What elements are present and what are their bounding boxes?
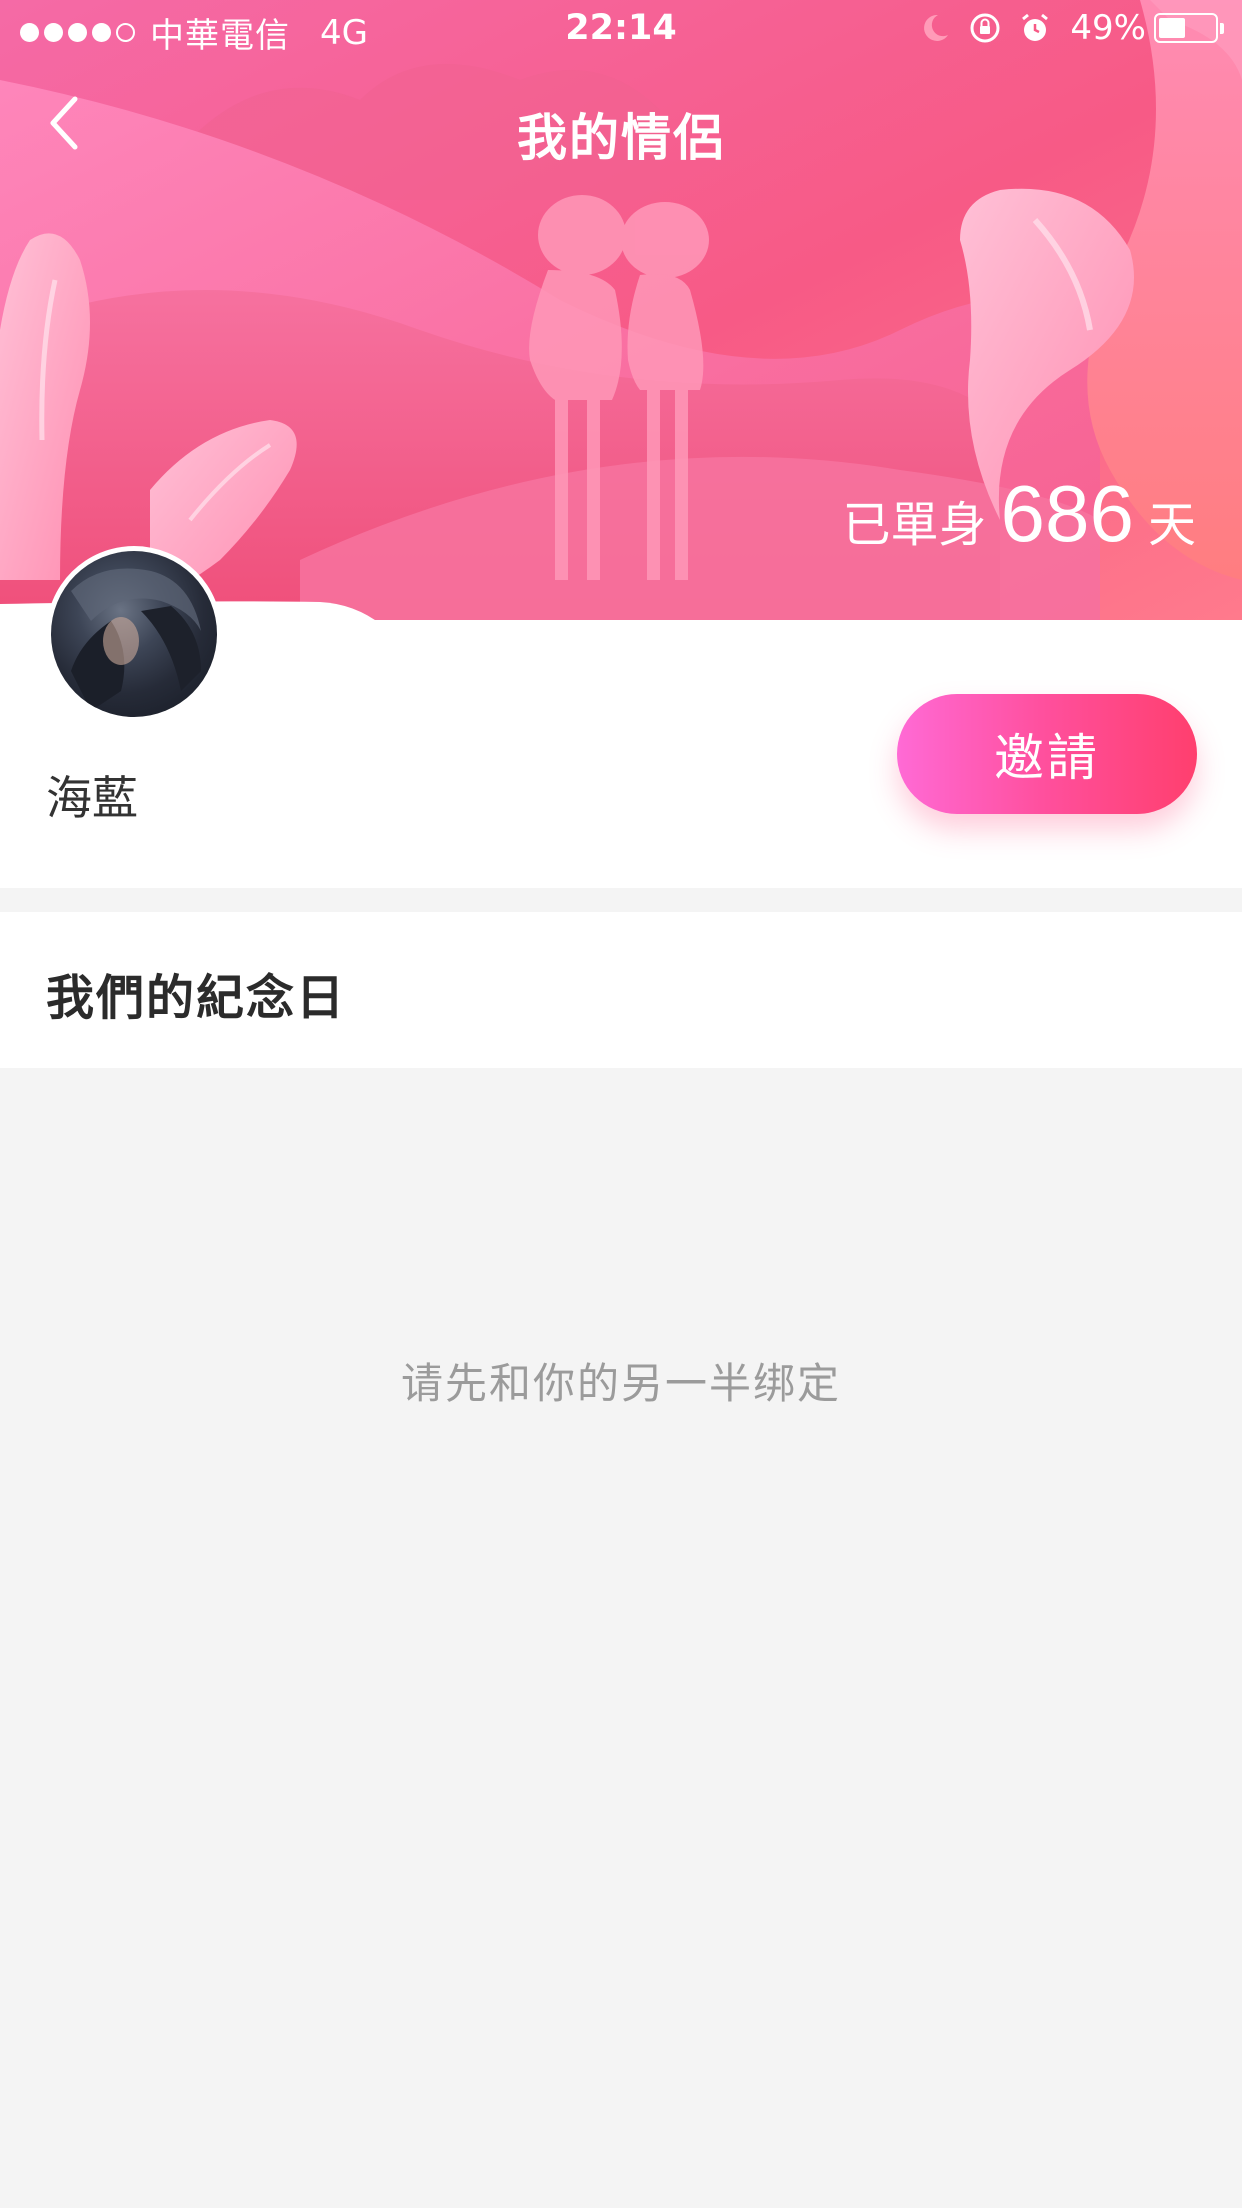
avatar[interactable]: [46, 546, 222, 722]
status-bar: 中華電信 4G 22:14 49%: [0, 0, 1242, 62]
moon-icon: [918, 11, 952, 45]
battery-icon: [1154, 13, 1218, 43]
page-title: 我的情侶: [517, 109, 725, 167]
single-days-value: 686: [1000, 469, 1134, 558]
couple-page: 中華電信 4G 22:14 49% 我的情侶 已單身 686 天 海藍 邀請 我…: [0, 0, 1242, 2208]
single-suffix: 天: [1147, 497, 1196, 553]
battery-level: [1159, 18, 1186, 38]
single-days-counter: 已單身 686 天: [842, 468, 1196, 568]
status-right: 49%: [902, 8, 1224, 48]
avatar-photo: [51, 551, 217, 717]
alarm-icon: [1018, 11, 1052, 45]
invite-button[interactable]: 邀請: [897, 694, 1197, 814]
nav-bar: 我的情侶: [0, 62, 1242, 192]
single-prefix: 已單身: [842, 497, 987, 553]
battery-percent: 49%: [1070, 8, 1146, 48]
battery-tip: [1220, 22, 1224, 34]
anniversary-header: 我們的紀念日: [0, 912, 1242, 1068]
empty-state-hint: 请先和你的另一半绑定: [400, 1359, 841, 1408]
username: 海藍: [46, 771, 138, 825]
rotation-lock-icon: [968, 11, 1002, 45]
anniversary-title: 我們的紀念日: [46, 970, 347, 1026]
